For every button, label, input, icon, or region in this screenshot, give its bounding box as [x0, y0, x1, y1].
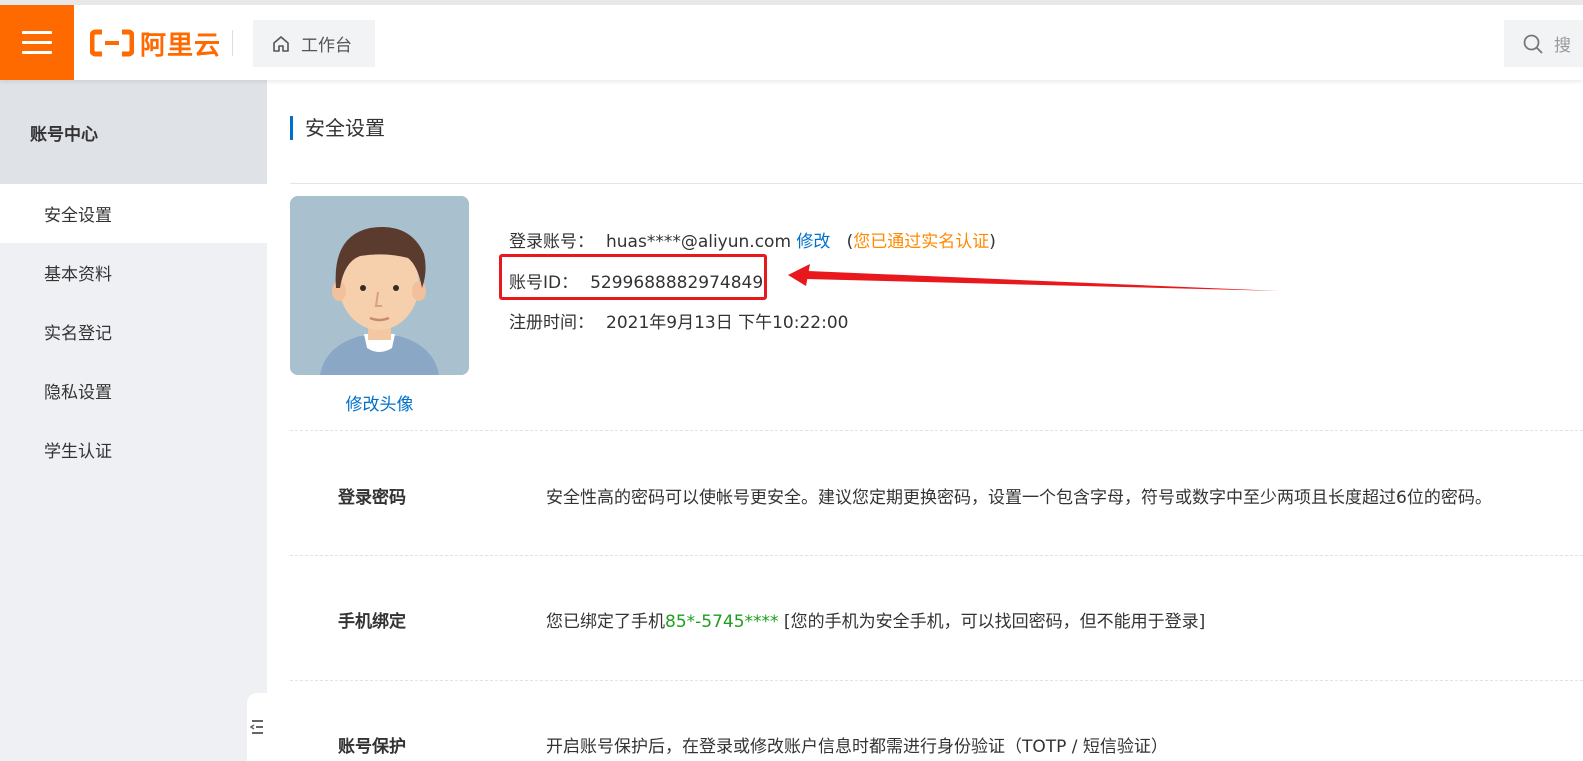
password-description: 安全性高的密码可以使帐号更安全。建议您定期更换密码，设置一个包含字母，符号或数字…: [546, 488, 1492, 508]
top-bar: 阿里云 工作台 搜: [0, 0, 1583, 80]
section-divider: [290, 555, 1583, 556]
main-content: 安全设置 修改头像 登录账号： huas****@aliyun.com 修改 (您…: [290, 80, 1583, 761]
phone-number: 85*-5745****: [665, 612, 779, 632]
menu-icon-line: [22, 41, 52, 44]
title-divider: [290, 183, 1583, 184]
menu-icon-line: [22, 51, 52, 54]
aliyun-logo[interactable]: 阿里云: [90, 23, 221, 63]
account-protection-label: 账号保护: [338, 737, 406, 757]
sidebar: 账号中心 安全设置 基本资料 实名登记 隐私设置 学生认证: [0, 80, 267, 761]
section-divider: [290, 430, 1583, 431]
collapse-icon: [250, 720, 263, 734]
avatar[interactable]: [290, 196, 469, 375]
phone-binding-description: 您已绑定了手机85*-5745**** [您的手机为安全手机，可以找回密码，但不…: [546, 607, 1205, 632]
register-time-row: 注册时间： 2021年9月13日 下午10:22:00: [509, 308, 848, 333]
sidebar-item-security[interactable]: 安全设置: [0, 184, 267, 243]
search-icon: [1523, 34, 1543, 54]
section-divider: [290, 680, 1583, 681]
register-time-value: 2021年9月13日 下午10:22:00: [606, 313, 849, 333]
account-id-highlight-box: [499, 254, 767, 300]
header-divider: [232, 30, 233, 56]
password-label: 登录密码: [338, 488, 406, 508]
user-avatar-icon: [290, 196, 469, 375]
real-name-verified-link[interactable]: 您已通过实名认证: [853, 232, 989, 252]
search-placeholder: 搜: [1554, 36, 1571, 56]
workbench-button[interactable]: 工作台: [253, 20, 375, 67]
verify-paren-close: ): [989, 232, 996, 252]
menu-button[interactable]: [0, 5, 74, 80]
change-avatar-link[interactable]: 修改头像: [290, 390, 469, 415]
account-protection-description: 开启账号保护后，在登录或修改账户信息时都需进行身份验证（TOTP / 短信验证）: [546, 737, 1168, 757]
login-account-label: 登录账号：: [509, 232, 594, 252]
phone-prefix: 您已绑定了手机: [546, 612, 665, 632]
search-input[interactable]: 搜: [1504, 20, 1583, 67]
workbench-label: 工作台: [301, 36, 352, 56]
modify-account-link[interactable]: 修改: [796, 232, 830, 252]
sidebar-item-basic-info[interactable]: 基本资料: [0, 243, 267, 302]
phone-suffix: [您的手机为安全手机，可以找回密码，但不能用于登录]: [778, 612, 1206, 632]
sidebar-item-student[interactable]: 学生认证: [0, 420, 267, 479]
logo-text: 阿里云: [140, 30, 222, 61]
home-icon: [273, 35, 289, 52]
aliyun-logo-icon: [90, 29, 134, 57]
menu-icon-line: [22, 31, 52, 34]
phone-binding-label: 手机绑定: [338, 612, 406, 632]
sidebar-item-privacy[interactable]: 隐私设置: [0, 361, 267, 420]
sidebar-item-real-name[interactable]: 实名登记: [0, 302, 267, 361]
register-time-label: 注册时间：: [509, 313, 594, 333]
login-account-value: huas****@aliyun.com: [606, 232, 792, 252]
login-account-row: 登录账号： huas****@aliyun.com 修改 (您已通过实名认证): [509, 227, 996, 252]
sidebar-title: 账号中心: [0, 80, 267, 184]
sidebar-collapse-handle[interactable]: [247, 693, 267, 761]
page-title: 安全设置: [290, 116, 385, 140]
